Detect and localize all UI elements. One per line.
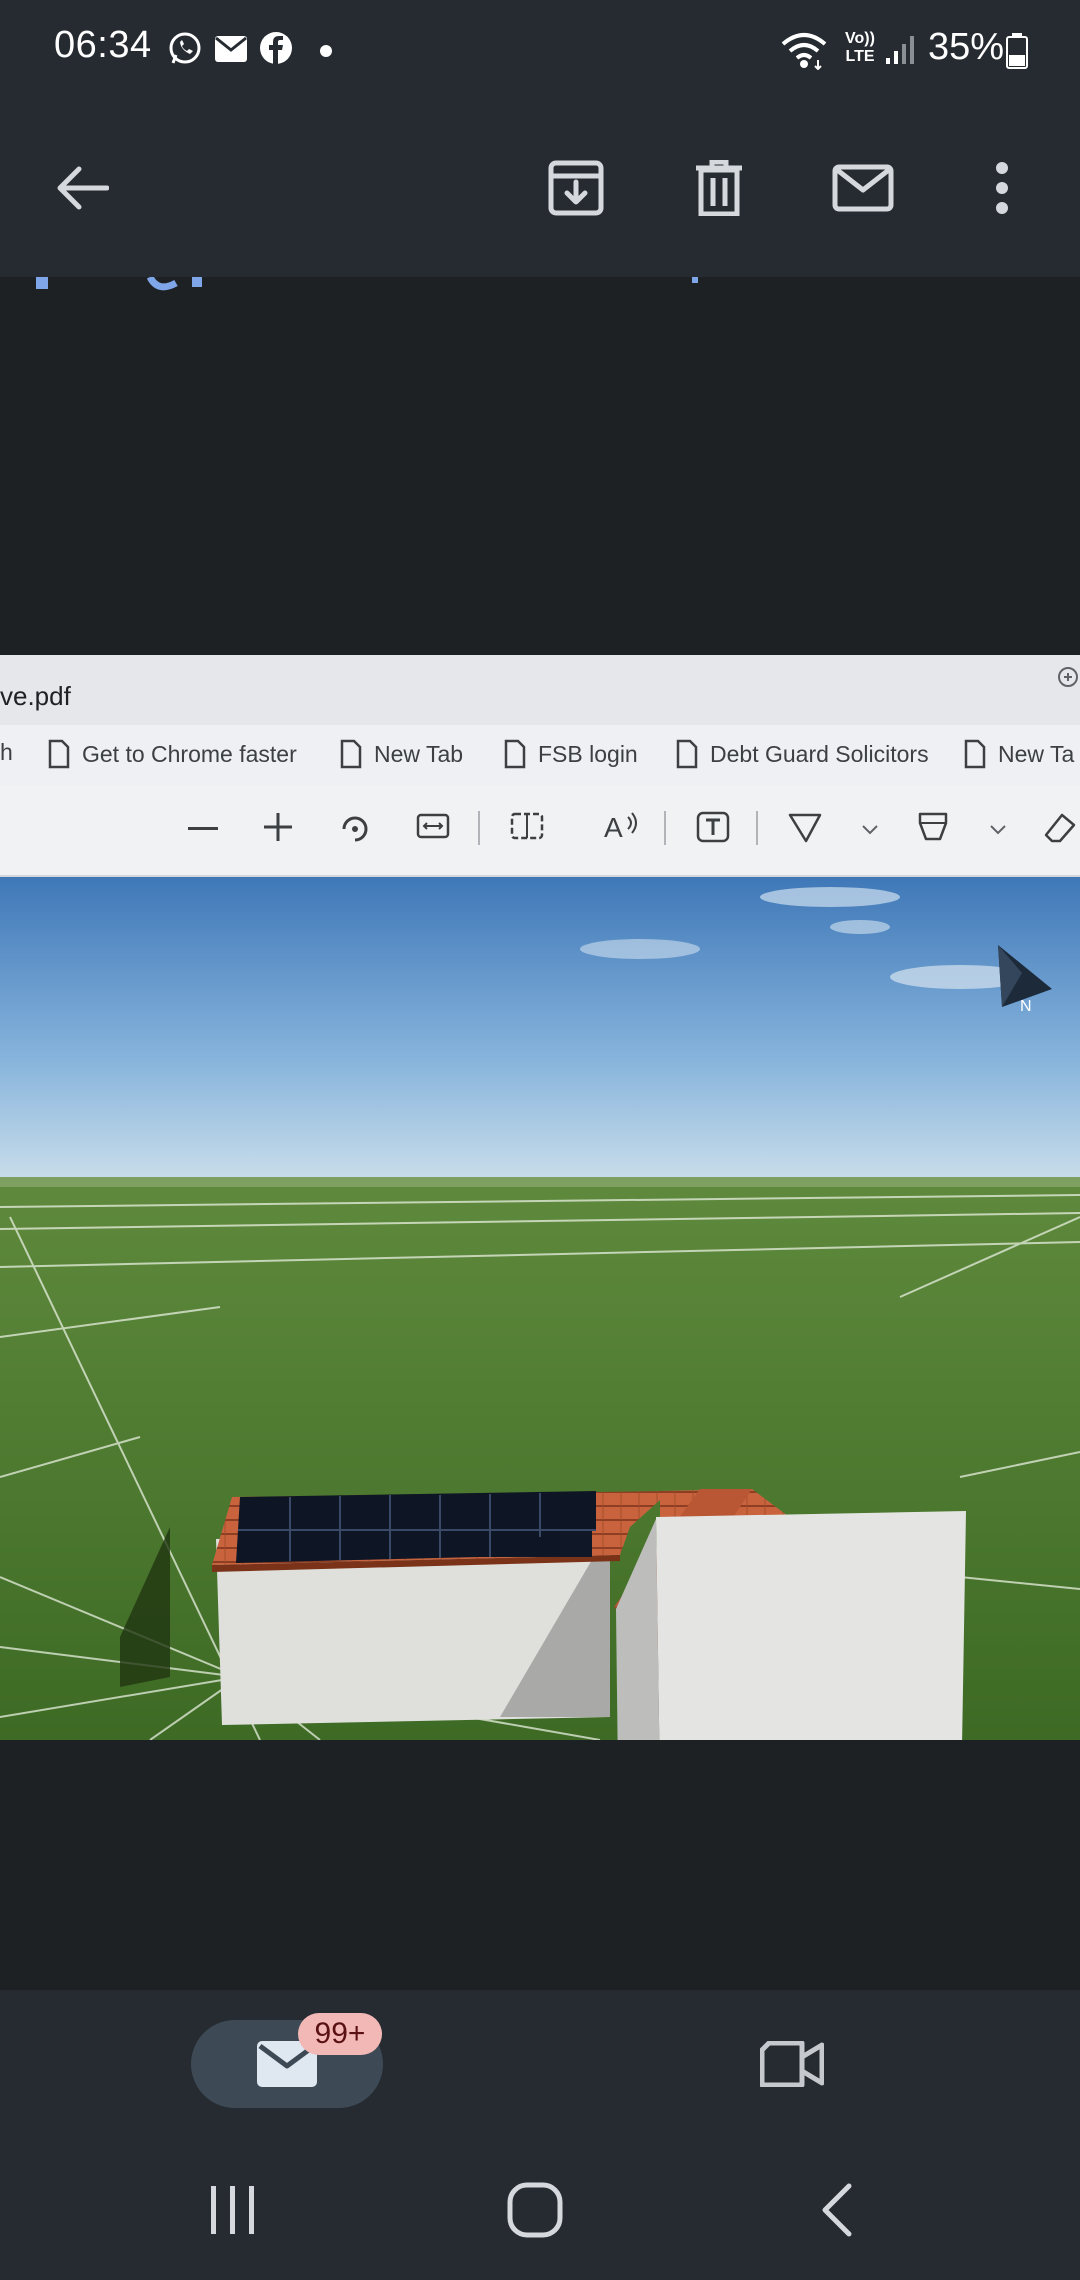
archive-icon: [548, 160, 604, 216]
archive-button[interactable]: [528, 140, 624, 236]
clipped-text-fragment: [0, 277, 1080, 293]
app-bar: [0, 100, 1080, 277]
recents-button[interactable]: [183, 2170, 283, 2250]
chevron-down-icon: [862, 825, 878, 835]
back-icon: [822, 2183, 852, 2237]
photo-browser-titlebar: ve.pdf: [0, 655, 1080, 725]
fit-width-icon: [416, 813, 450, 839]
arrow-back-icon: [57, 166, 109, 210]
house-render-image: N: [0, 877, 1080, 1740]
status-bar: 06:34 Vo)) LTE 35%: [0, 0, 1080, 100]
zoom-in-icon: [1058, 667, 1078, 687]
photo-bookmarks-bar: h Get to Chrome faster New Tab FSB login…: [0, 725, 1080, 785]
delete-icon: [696, 160, 742, 216]
more-vert-icon: [996, 162, 1008, 214]
toolbar-divider: [664, 811, 666, 845]
mark-unread-icon: [832, 164, 894, 212]
gmail-icon: [214, 35, 248, 68]
bookmark-item: New Ta: [964, 739, 1074, 769]
photo-pdf-toolbar: A: [0, 785, 1080, 877]
bookmark-item: Get to Chrome faster: [48, 739, 297, 769]
mark-unread-button[interactable]: [815, 140, 911, 236]
svg-text:A: A: [604, 812, 623, 841]
eraser-icon: [1044, 813, 1076, 843]
page-icon: [964, 739, 986, 769]
meet-tab[interactable]: [744, 2020, 840, 2108]
network-type-label: Vo)) LTE: [845, 30, 875, 65]
recents-icon: [211, 2186, 254, 2234]
attachment-photo[interactable]: ve.pdf h Get to Chrome faster New Tab FS…: [0, 655, 1080, 1740]
bottom-navigation: 99+: [0, 1990, 1080, 2140]
highlight-icon: [918, 812, 948, 841]
rotate-icon: [342, 816, 368, 842]
facebook-icon: [258, 30, 294, 71]
draw-icon: [788, 813, 822, 843]
page-icon: [504, 739, 526, 769]
read-aloud-icon: A: [604, 812, 637, 841]
solar-roof-3d-render: N: [0, 877, 1080, 1740]
system-navigation-bar: [0, 2140, 1080, 2280]
back-button[interactable]: [34, 140, 130, 236]
dot-icon: [320, 44, 332, 62]
more-options-button[interactable]: [954, 140, 1050, 236]
nav-back-button[interactable]: [787, 2170, 887, 2250]
battery-icon: [1006, 33, 1028, 74]
toolbar-divider: [478, 811, 480, 845]
status-time: 06:34: [54, 24, 152, 66]
wifi-icon: [780, 30, 828, 75]
battery-percent: 35%: [928, 26, 1005, 68]
text-box-icon: [696, 811, 730, 843]
bookmark-item: FSB login: [504, 739, 638, 769]
page-view-icon: [510, 812, 544, 840]
bookmark-item: New Tab: [340, 739, 463, 769]
page-icon: [340, 739, 362, 769]
page-icon: [48, 739, 70, 769]
home-button[interactable]: [485, 2170, 585, 2250]
delete-button[interactable]: [671, 140, 767, 236]
toolbar-divider: [756, 811, 758, 845]
compass-north-label: N: [1020, 998, 1032, 1015]
bookmark-item: Debt Guard Solicitors: [676, 739, 929, 769]
video-camera-icon: [760, 2041, 824, 2087]
chevron-down-icon: [990, 825, 1006, 835]
bookmark-item: h: [0, 739, 13, 765]
photo-filename: ve.pdf: [0, 681, 71, 711]
unread-count-badge: 99+: [298, 2013, 382, 2055]
solar-panel-array: [236, 1491, 596, 1563]
zoom-in-icon: [264, 813, 292, 841]
signal-icon: [884, 34, 916, 71]
page-icon: [676, 739, 698, 769]
home-icon: [507, 2182, 563, 2238]
whatsapp-icon: [166, 30, 204, 73]
zoom-out-icon: [188, 827, 218, 830]
